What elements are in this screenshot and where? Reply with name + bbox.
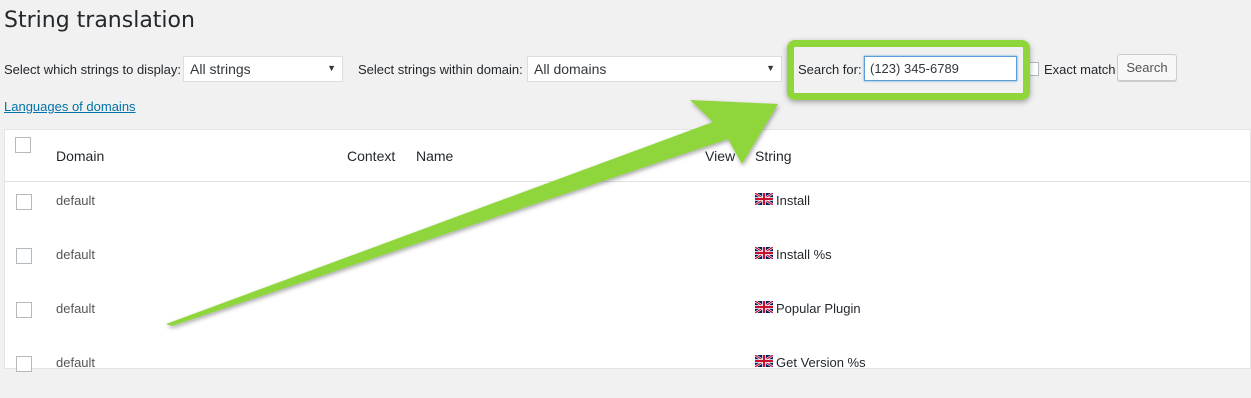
row-domain: default (56, 301, 96, 316)
table-row: default Popular Plugin (5, 290, 1250, 344)
display-filter-label: Select which strings to display: (4, 62, 182, 77)
column-string[interactable]: String (755, 148, 792, 164)
table-header: Domain Context Name View String (5, 130, 1250, 182)
row-checkbox[interactable] (16, 302, 32, 318)
row-domain: default (56, 355, 96, 370)
display-filter-select[interactable]: All strings ▼ (183, 56, 343, 82)
column-view: View (705, 148, 736, 164)
uk-flag-icon (755, 193, 773, 205)
strings-table: Domain Context Name View String default … (4, 129, 1251, 372)
annotation-highlight-box (787, 40, 1030, 100)
table-row: default Get Version %s (5, 344, 1250, 398)
row-domain: default (56, 193, 96, 208)
row-string[interactable]: Install %s (776, 247, 832, 262)
row-domain: default (56, 247, 96, 262)
domain-filter-value: All domains (534, 61, 607, 77)
table-row: default Install (5, 182, 1250, 236)
row-checkbox[interactable] (16, 194, 32, 210)
page-title: String translation (4, 8, 195, 33)
column-name[interactable]: Name (416, 148, 453, 164)
chevron-down-icon: ▼ (327, 63, 336, 73)
row-checkbox[interactable] (16, 356, 32, 372)
exact-match-label: Exact match (1044, 62, 1116, 77)
uk-flag-icon (755, 301, 773, 313)
display-filter-value: All strings (190, 61, 251, 77)
select-all-checkbox[interactable] (15, 137, 31, 153)
domain-filter-select[interactable]: All domains ▼ (527, 56, 782, 82)
row-checkbox[interactable] (16, 248, 32, 264)
search-button[interactable]: Search (1117, 54, 1177, 81)
row-string[interactable]: Popular Plugin (776, 301, 861, 316)
row-string[interactable]: Get Version %s (776, 355, 866, 370)
row-string[interactable]: Install (776, 193, 810, 208)
uk-flag-icon (755, 355, 773, 367)
table-row: default Install %s (5, 236, 1250, 290)
chevron-down-icon: ▼ (766, 63, 775, 73)
domain-filter-label: Select strings within domain: (358, 62, 523, 77)
column-domain[interactable]: Domain (56, 148, 104, 164)
uk-flag-icon (755, 247, 773, 259)
languages-of-domains-link[interactable]: Languages of domains (4, 99, 136, 114)
column-context[interactable]: Context (347, 148, 395, 164)
